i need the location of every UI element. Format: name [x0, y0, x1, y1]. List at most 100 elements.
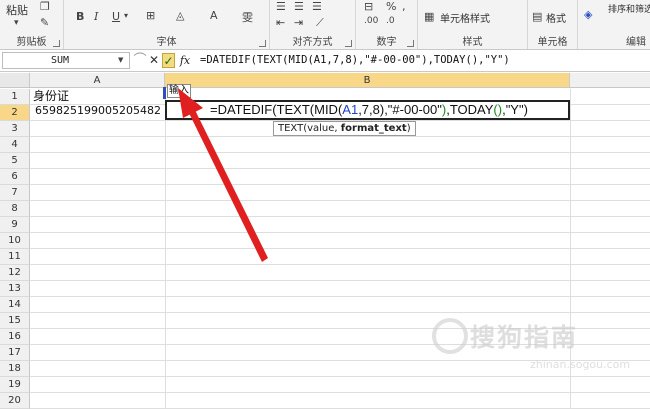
row-gridline	[30, 248, 650, 249]
formula-part: ,"Y")	[502, 102, 528, 117]
row-gridline	[30, 376, 650, 377]
row-header[interactable]: 4	[0, 137, 30, 153]
formula-part: =DATEDIF(TEXT(MID(	[210, 102, 343, 117]
formula-bar-dots-icon: ⌒	[133, 53, 147, 68]
paste-button[interactable]: 粘贴	[6, 2, 28, 18]
cell-a1[interactable]: 身份证	[33, 87, 69, 104]
tooltip-close: )	[406, 123, 411, 134]
border-icon[interactable]: ⊞	[146, 9, 155, 22]
row-gridline	[30, 168, 650, 169]
formula-part: ,7,8),"#-00-00"	[358, 102, 442, 117]
row-header[interactable]: 11	[0, 249, 30, 265]
row-header[interactable]: 3	[0, 121, 30, 137]
row-header[interactable]: 10	[0, 233, 30, 249]
row-gridline	[30, 136, 650, 137]
select-all-corner[interactable]	[0, 73, 30, 88]
row-header[interactable]: 1	[0, 89, 30, 105]
percent-icon[interactable]: %	[386, 0, 396, 13]
row-gridline	[30, 312, 650, 313]
row-gridline	[30, 216, 650, 217]
formula-part: ,TODAY	[446, 102, 494, 117]
copy-icon[interactable]: ❐	[40, 0, 50, 13]
bold-button[interactable]: B	[76, 10, 84, 23]
sort-filter-button[interactable]: 排序和筛选	[608, 2, 650, 15]
row-gridline	[30, 264, 650, 265]
cell-a2[interactable]: 659825199005205482	[30, 103, 165, 119]
currency-icon[interactable]: ⊟	[364, 0, 373, 13]
font-launcher-icon[interactable]	[259, 40, 266, 47]
enter-button[interactable]: ✓	[162, 53, 175, 68]
insert-function-button[interactable]: fx	[178, 53, 192, 68]
comma-icon[interactable]: ,	[402, 0, 406, 13]
row-gridline	[30, 280, 650, 281]
row-header[interactable]: 20	[0, 393, 30, 409]
alignment-group-title: 对齐方式	[292, 37, 333, 48]
number-launcher-icon[interactable]	[407, 40, 414, 47]
styles-group-title: 样式	[462, 37, 483, 48]
column-header-a[interactable]: A	[30, 73, 165, 88]
formula-paren: ()	[493, 102, 503, 117]
row-header[interactable]: 9	[0, 217, 30, 233]
alignment-launcher-icon[interactable]	[345, 40, 352, 47]
align-bottom-icon[interactable]: ☰	[312, 0, 322, 13]
decrease-indent-icon[interactable]: ⇤	[276, 16, 285, 29]
italic-button[interactable]: I	[94, 10, 98, 23]
name-box-dropdown-icon[interactable]: ▼	[118, 56, 123, 64]
cell-styles-button[interactable]: 单元格样式	[440, 10, 490, 25]
formula-input[interactable]: =DATEDIF(TEXT(MID(A1,7,8),"#-00-00"),TOD…	[200, 53, 510, 68]
align-middle-icon[interactable]: ☰	[294, 0, 304, 13]
row-gridline	[30, 200, 650, 201]
row-header[interactable]: 18	[0, 361, 30, 377]
format-button[interactable]: 格式	[546, 10, 566, 25]
format-icon[interactable]: ▤	[532, 10, 542, 23]
increase-decimal-icon[interactable]: .00	[364, 16, 378, 26]
row-header[interactable]: 15	[0, 313, 30, 329]
underline-button[interactable]: U	[112, 10, 120, 23]
row-header[interactable]: 16	[0, 329, 30, 345]
editing-group: ◈ 排序和筛选 编辑	[578, 0, 650, 49]
watermark: 搜狗指南	[470, 323, 579, 352]
row-header[interactable]: 12	[0, 265, 30, 281]
row-gridline	[30, 392, 650, 393]
row-header[interactable]: 8	[0, 201, 30, 217]
column-header-c[interactable]	[570, 73, 650, 88]
paste-dropdown-icon[interactable]: ▾	[14, 18, 19, 28]
row-header[interactable]: 17	[0, 345, 30, 361]
column-gridline	[165, 89, 166, 409]
editing-group-title: 编辑	[626, 37, 646, 48]
name-box[interactable]: SUM	[2, 52, 130, 69]
formula-bar: SUM ▼ ⌒ ✕ ✓ fx =DATEDIF(TEXT(MID(A1,7,8)…	[0, 50, 650, 72]
fill-color-icon[interactable]: ◬	[176, 9, 184, 22]
row-gridline	[30, 152, 650, 153]
clipboard-launcher-icon[interactable]	[53, 40, 60, 47]
row-gridline	[30, 184, 650, 185]
cancel-button[interactable]: ✕	[147, 53, 161, 68]
orientation-icon[interactable]: ⟋	[316, 16, 324, 30]
font-color-button[interactable]: A	[210, 9, 218, 22]
row-header[interactable]: 5	[0, 153, 30, 169]
cell-styles-icon[interactable]: ▦	[424, 10, 434, 23]
function-tooltip[interactable]: TEXT(value, format_text)	[273, 121, 416, 136]
styles-group: ▦ 单元格样式 样式	[418, 0, 528, 49]
watermark-url: zhinan.sogou.com	[530, 358, 631, 371]
row-header[interactable]: 6	[0, 169, 30, 185]
row-header[interactable]: 13	[0, 281, 30, 297]
column-header-b[interactable]: B	[165, 73, 570, 88]
underline-dropdown-icon[interactable]: ▾	[124, 11, 128, 20]
wen-phonetic-icon[interactable]: 雯	[242, 9, 253, 25]
decrease-decimal-icon[interactable]: .0	[386, 16, 395, 26]
cells-group: ▤ 格式 单元格	[528, 0, 578, 49]
row-header[interactable]: 14	[0, 297, 30, 313]
watermark-logo-icon	[432, 318, 468, 354]
row-header[interactable]: 7	[0, 185, 30, 201]
cell-b2-formula: =DATEDIF(TEXT(MID(A1,7,8),"#-00-00"),TOD…	[210, 102, 528, 118]
clear-icon[interactable]: ◈	[584, 8, 592, 21]
increase-indent-icon[interactable]: ⇥	[294, 16, 303, 29]
row-header[interactable]: 19	[0, 377, 30, 393]
ribbon: 粘贴 ❐ ✎ ▾ 剪贴板 B I U ▾ ⊞ ◬ A 雯 字体 ☰ ☰ ☰ ⇤ …	[0, 0, 650, 50]
align-top-icon[interactable]: ☰	[276, 0, 286, 13]
format-painter-icon[interactable]: ✎	[40, 16, 49, 29]
clipboard-group: 粘贴 ❐ ✎ ▾ 剪贴板	[0, 0, 64, 49]
row-header[interactable]: 2	[0, 105, 30, 121]
alignment-group: ☰ ☰ ☰ ⇤ ⇥ ⟋ 对齐方式	[270, 0, 356, 49]
